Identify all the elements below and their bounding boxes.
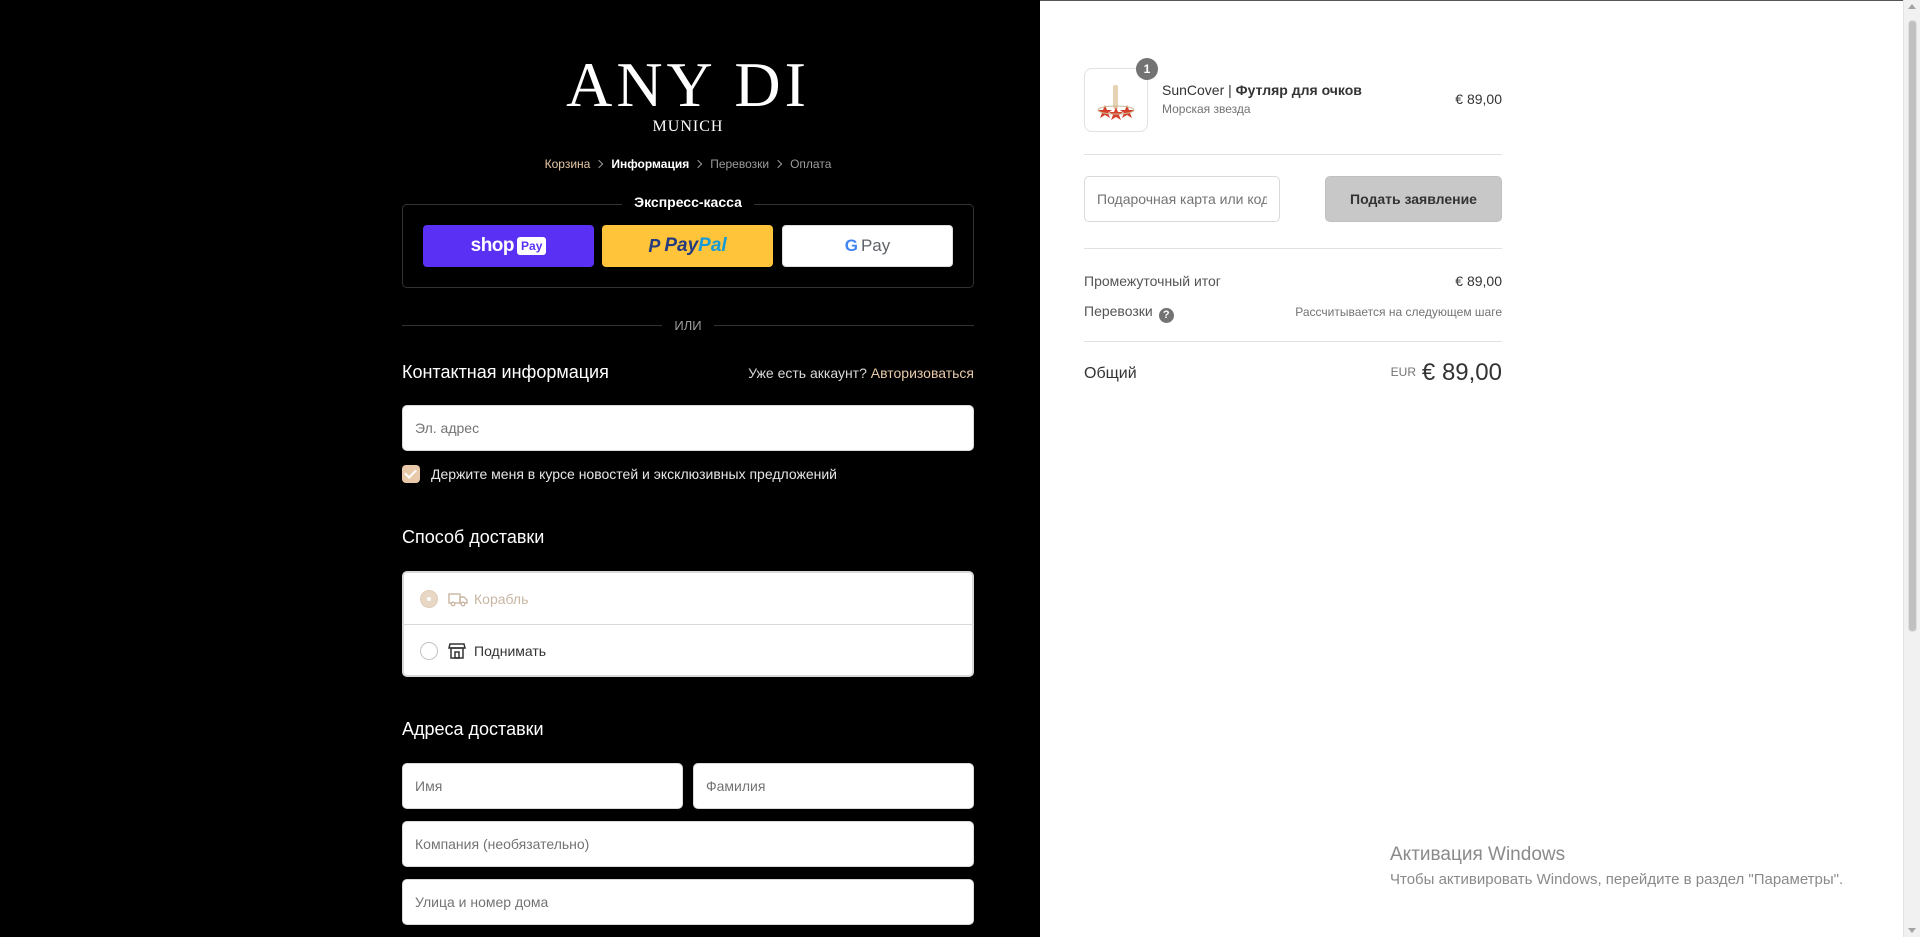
shipping-row: Перевозки? Рассчитывается на следующем ш… bbox=[1084, 303, 1502, 323]
contact-section-title: Контактная информация bbox=[402, 362, 609, 382]
delivery-section-title: Способ доставки bbox=[402, 527, 545, 547]
order-summary-panel bbox=[1040, 0, 1920, 937]
paypal-label-2: Pal bbox=[698, 235, 727, 256]
first-name-input[interactable] bbox=[415, 778, 670, 794]
newsletter-checkbox[interactable] bbox=[402, 465, 420, 483]
last-name-input[interactable] bbox=[706, 778, 961, 794]
starfish-case-image bbox=[1097, 85, 1135, 120]
google-pay-label: Pay bbox=[860, 236, 891, 255]
or-divider: ИЛИ bbox=[402, 318, 974, 333]
google-g-icon: G bbox=[844, 236, 858, 255]
product-thumbnail bbox=[1084, 68, 1148, 132]
watermark-text: Чтобы активировать Windows, перейдите в … bbox=[1390, 871, 1844, 888]
total-label: Общий bbox=[1084, 365, 1137, 382]
product-name: SunCover | Футляр для очков bbox=[1162, 82, 1362, 98]
breadcrumb-payment: Оплата bbox=[790, 156, 832, 171]
express-checkout-title: Экспресс-касса bbox=[622, 194, 754, 210]
scroll-up-icon[interactable] bbox=[1908, 4, 1916, 9]
quantity-badge: 1 bbox=[1136, 58, 1158, 80]
windows-activation-watermark: Активация Windows Чтобы активировать Win… bbox=[1390, 844, 1843, 888]
checkout-main-panel: ANY DI MUNICH Корзина Информация Перевозки… bbox=[0, 0, 1040, 937]
logo-city: MUNICH bbox=[652, 118, 724, 135]
delivery-option-pickup[interactable]: Поднимать bbox=[404, 625, 972, 677]
first-name-field[interactable] bbox=[402, 763, 683, 809]
page-scrollbar[interactable] bbox=[1903, 0, 1920, 937]
product-title: Футляр для очков bbox=[1231, 82, 1362, 98]
gift-card-field[interactable] bbox=[1084, 176, 1280, 222]
delivery-option-ship[interactable]: Корабль bbox=[404, 573, 972, 625]
delivery-method-options: Корабль Поднимать bbox=[402, 571, 974, 677]
account-prompt: Уже есть аккаунт? Авторизоваться bbox=[690, 365, 974, 381]
paypal-button[interactable]: P Pay Pal bbox=[602, 225, 773, 267]
breadcrumb-information: Информация bbox=[611, 156, 690, 171]
company-input[interactable] bbox=[415, 836, 961, 852]
breadcrumb-cart[interactable]: Корзина bbox=[545, 157, 591, 171]
subtotal-row: Промежуточный итог € 89,00 bbox=[1084, 273, 1502, 289]
subtotal-label: Промежуточный итог bbox=[1084, 273, 1221, 289]
product-brand: SunCover | bbox=[1162, 82, 1232, 98]
shipping-label: Перевозки bbox=[1084, 303, 1153, 319]
store-logo[interactable]: ANY DI MUNICH bbox=[402, 50, 974, 136]
google-pay-button[interactable]: G Pay bbox=[782, 225, 953, 267]
pickup-radio[interactable] bbox=[420, 642, 438, 660]
login-link[interactable]: Авторизоваться bbox=[871, 365, 974, 381]
delivery-option-pickup-label: Поднимать bbox=[474, 643, 547, 659]
total-currency: EUR bbox=[1390, 365, 1416, 379]
help-icon[interactable]: ? bbox=[1158, 308, 1174, 323]
subtotal-value: € 89,00 bbox=[1455, 273, 1502, 289]
breadcrumb-shipping: Перевозки bbox=[710, 156, 770, 171]
summary-divider bbox=[1084, 154, 1502, 155]
shop-pay-label: shop bbox=[470, 235, 515, 256]
product-variant: Морская звезда bbox=[1162, 102, 1251, 116]
paypal-label-1: Pay bbox=[664, 235, 699, 256]
order-item: 1 SunCover | Футляр для очков Морская зв… bbox=[1084, 58, 1502, 132]
scroll-down-icon[interactable] bbox=[1908, 928, 1916, 933]
street-input[interactable] bbox=[415, 894, 961, 910]
company-field[interactable] bbox=[402, 821, 974, 867]
summary-divider bbox=[1084, 248, 1502, 249]
chevron-right-icon bbox=[595, 159, 604, 169]
email-field[interactable] bbox=[402, 405, 974, 451]
apply-discount-button[interactable]: Подать заявление bbox=[1325, 176, 1502, 222]
chevron-right-icon bbox=[693, 159, 703, 169]
shop-pay-button[interactable]: shop Pay bbox=[423, 225, 594, 267]
logo-brand: ANY DI bbox=[566, 49, 810, 120]
newsletter-label: Держите меня в курсе новостей и эксклюзи… bbox=[431, 466, 837, 482]
scrollbar-thumb[interactable] bbox=[1908, 20, 1917, 632]
paypal-icon: P bbox=[648, 235, 661, 256]
product-price: € 89,00 bbox=[1455, 91, 1502, 107]
account-question: Уже есть аккаунт? bbox=[748, 365, 867, 381]
or-text: ИЛИ bbox=[674, 318, 702, 333]
truck-icon bbox=[448, 591, 468, 607]
total-row: Общий EUR € 89,00 bbox=[1084, 359, 1502, 393]
newsletter-option[interactable]: Держите меня в курсе новостей и эксклюзи… bbox=[402, 465, 837, 483]
store-icon bbox=[448, 642, 468, 660]
watermark-title: Активация Windows bbox=[1390, 844, 1566, 865]
delivery-option-ship-label: Корабль bbox=[474, 590, 529, 607]
street-field[interactable] bbox=[402, 879, 974, 925]
last-name-field[interactable] bbox=[693, 763, 974, 809]
total-value: € 89,00 bbox=[1421, 359, 1502, 386]
ship-radio[interactable] bbox=[420, 589, 438, 608]
express-checkout: Экспресс-касса shop Pay P Pay Pal G Pay bbox=[402, 194, 974, 288]
shipping-value: Рассчитывается на следующем шаге bbox=[1295, 305, 1502, 319]
chevron-right-icon bbox=[773, 159, 783, 169]
breadcrumb: Корзина Информация Перевозки Оплата bbox=[402, 156, 974, 171]
summary-divider bbox=[1084, 341, 1502, 342]
gift-card-input[interactable] bbox=[1097, 191, 1267, 207]
address-section-title: Адреса доставки bbox=[402, 719, 544, 739]
email-input[interactable] bbox=[415, 420, 961, 436]
shop-pay-badge: Pay bbox=[517, 237, 547, 255]
